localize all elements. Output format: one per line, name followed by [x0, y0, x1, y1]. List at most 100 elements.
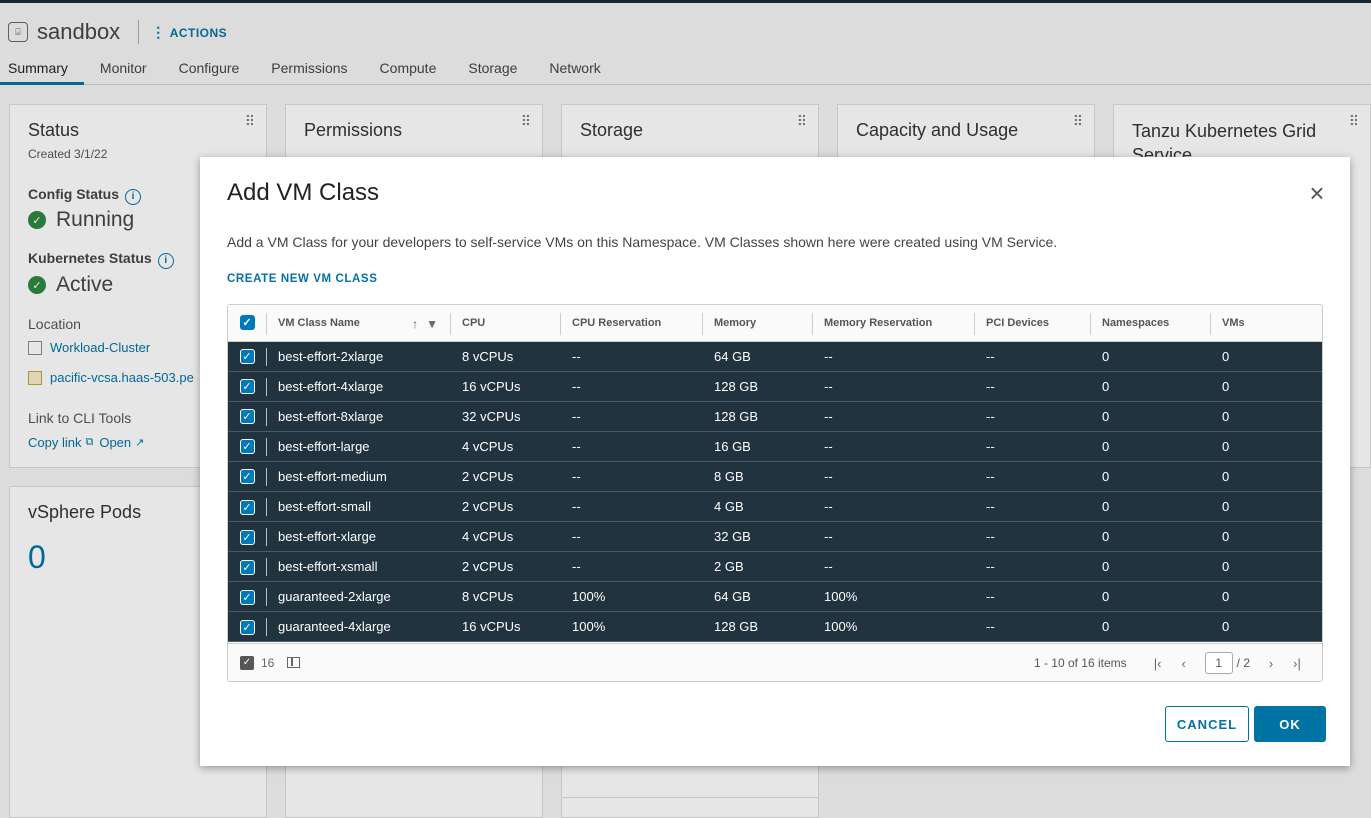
row-select-cell: ✓: [228, 551, 266, 583]
cell-vms: 0: [1210, 551, 1322, 583]
row-select-cell: ✓: [228, 371, 266, 402]
column-separator: [560, 313, 561, 335]
cell-memory-reservation: --: [812, 551, 974, 583]
cancel-button[interactable]: CANCEL: [1165, 706, 1249, 742]
cell-cpu: 16 vCPUs: [450, 611, 560, 643]
cell-namespaces: 0: [1090, 521, 1210, 553]
table-row[interactable]: ✓ best-effort-4xlarge 16 vCPUs -- 128 GB -- --…: [228, 371, 1322, 402]
cell-cpu: 16 vCPUs: [450, 371, 560, 402]
cell-cpu-reservation: 100%: [560, 581, 702, 613]
cell-memory: 64 GB: [702, 341, 812, 372]
column-cpu-label: CPU: [462, 316, 486, 329]
column-cpu[interactable]: CPU: [450, 305, 560, 342]
table-row[interactable]: ✓ guaranteed-2xlarge 8 vCPUs 100% 64 GB 100% -…: [228, 581, 1322, 613]
cell-vms: 0: [1210, 491, 1322, 523]
ok-button[interactable]: OK: [1254, 706, 1326, 742]
cell-namespaces: 0: [1090, 401, 1210, 432]
cell-cpu: 8 vCPUs: [450, 341, 560, 372]
cell-name: best-effort-xlarge: [266, 521, 450, 553]
row-checkbox[interactable]: ✓: [239, 529, 255, 545]
column-vm-class-name[interactable]: VM Class Name ↑ ▼: [266, 305, 450, 342]
cell-vms: 0: [1210, 611, 1322, 643]
column-memory[interactable]: Memory: [702, 305, 812, 342]
column-separator: [1210, 313, 1211, 335]
cell-memory: 32 GB: [702, 521, 812, 553]
cell-cpu-reservation: --: [560, 461, 702, 492]
row-checkbox[interactable]: ✓: [239, 559, 255, 575]
cell-cpu-reservation: --: [560, 341, 702, 372]
table-header-row: ✓ VM Class Name ↑ ▼ CPU CPU Reservation Me…: [228, 305, 1322, 342]
table-row[interactable]: ✓ best-effort-medium 2 vCPUs -- 8 GB -- -- 0 0: [228, 461, 1322, 492]
row-select-cell: ✓: [228, 401, 266, 432]
last-page-icon[interactable]: ›|: [1284, 656, 1310, 671]
column-vms-label: VMs: [1222, 316, 1245, 329]
page-number-input[interactable]: 1: [1204, 652, 1233, 674]
next-page-icon[interactable]: ›: [1258, 656, 1284, 671]
table-row[interactable]: ✓ best-effort-xsmall 2 vCPUs -- 2 GB -- -- 0 0: [228, 551, 1322, 583]
vm-class-table: ✓ VM Class Name ↑ ▼ CPU CPU Reservation Me…: [228, 305, 1322, 643]
dialog-title: Add VM Class: [227, 179, 380, 206]
cell-vms: 0: [1210, 461, 1322, 492]
dialog-description: Add a VM Class for your developers to se…: [227, 234, 1058, 250]
row-checkbox[interactable]: ✓: [239, 499, 255, 515]
cell-name: best-effort-large: [266, 431, 450, 462]
cell-name: best-effort-xsmall: [266, 551, 450, 583]
column-vms[interactable]: VMs: [1210, 305, 1322, 342]
cell-cpu-reservation: --: [560, 551, 702, 583]
datagrid-footer: ✓ 16 1 - 10 of 16 items |‹ ‹ 1 / 2 › ›|: [228, 643, 1322, 681]
cell-cpu: 2 vCPUs: [450, 461, 560, 492]
sort-up-icon[interactable]: ↑: [412, 317, 418, 331]
cell-cpu: 4 vCPUs: [450, 521, 560, 553]
cell-memory: 2 GB: [702, 551, 812, 583]
cell-memory-reservation: --: [812, 521, 974, 553]
table-row[interactable]: ✓ guaranteed-4xlarge 16 vCPUs 100% 128 GB 100…: [228, 611, 1322, 643]
cell-cpu-reservation: --: [560, 371, 702, 402]
column-namespaces-label: Namespaces: [1102, 316, 1170, 329]
table-row[interactable]: ✓ best-effort-8xlarge 32 vCPUs -- 128 GB -- --…: [228, 401, 1322, 432]
row-checkbox[interactable]: ✓: [239, 589, 255, 605]
close-icon[interactable]: ×: [1306, 180, 1328, 206]
cell-namespaces: 0: [1090, 461, 1210, 492]
cell-cpu: 32 vCPUs: [450, 401, 560, 432]
prev-page-icon[interactable]: ‹: [1171, 656, 1197, 671]
row-checkbox[interactable]: ✓: [239, 469, 255, 485]
cell-name: best-effort-4xlarge: [266, 371, 450, 402]
first-page-icon[interactable]: |‹: [1145, 656, 1171, 671]
cell-pci-devices: --: [974, 491, 1090, 523]
column-memory-reservation[interactable]: Memory Reservation: [812, 305, 974, 342]
cell-vms: 0: [1210, 521, 1322, 553]
column-pci-devices-label: PCI Devices: [986, 316, 1049, 329]
column-separator: [974, 313, 975, 335]
table-row[interactable]: ✓ best-effort-small 2 vCPUs -- 4 GB -- -- 0 0: [228, 491, 1322, 523]
cell-pci-devices: --: [974, 341, 1090, 372]
column-pci-devices[interactable]: PCI Devices: [974, 305, 1090, 342]
cell-memory: 128 GB: [702, 611, 812, 643]
select-all-cell: ✓: [228, 305, 266, 342]
cell-name: best-effort-small: [266, 491, 450, 523]
row-checkbox[interactable]: ✓: [239, 409, 255, 425]
row-select-cell: ✓: [228, 581, 266, 613]
table-row[interactable]: ✓ best-effort-large 4 vCPUs -- 16 GB -- -- 0 0: [228, 431, 1322, 462]
column-toggle-icon[interactable]: [287, 657, 301, 668]
row-checkbox[interactable]: ✓: [239, 349, 255, 365]
table-row[interactable]: ✓ best-effort-xlarge 4 vCPUs -- 32 GB -- -- 0 0: [228, 521, 1322, 553]
row-checkbox[interactable]: ✓: [239, 619, 255, 635]
select-all-checkbox[interactable]: ✓: [239, 315, 255, 331]
row-select-cell: ✓: [228, 461, 266, 492]
filter-icon[interactable]: ▼: [426, 317, 438, 331]
column-namespaces[interactable]: Namespaces: [1090, 305, 1210, 342]
cell-memory-reservation: --: [812, 341, 974, 372]
cell-memory-reservation: --: [812, 431, 974, 462]
row-checkbox[interactable]: ✓: [239, 439, 255, 455]
row-checkbox[interactable]: ✓: [239, 379, 255, 395]
pagination: 1 - 10 of 16 items |‹ ‹ 1 / 2 › ›|: [1034, 644, 1310, 681]
create-new-vm-class-link[interactable]: CREATE NEW VM CLASS: [227, 273, 377, 285]
column-cpu-reservation[interactable]: CPU Reservation: [560, 305, 702, 342]
table-row[interactable]: ✓ best-effort-2xlarge 8 vCPUs -- 64 GB -- -- 0 0: [228, 341, 1322, 372]
column-separator: [450, 313, 451, 335]
cell-vms: 0: [1210, 401, 1322, 432]
cell-cpu: 2 vCPUs: [450, 551, 560, 583]
selected-count: 16: [261, 655, 275, 670]
cell-cpu-reservation: --: [560, 401, 702, 432]
cell-pci-devices: --: [974, 461, 1090, 492]
